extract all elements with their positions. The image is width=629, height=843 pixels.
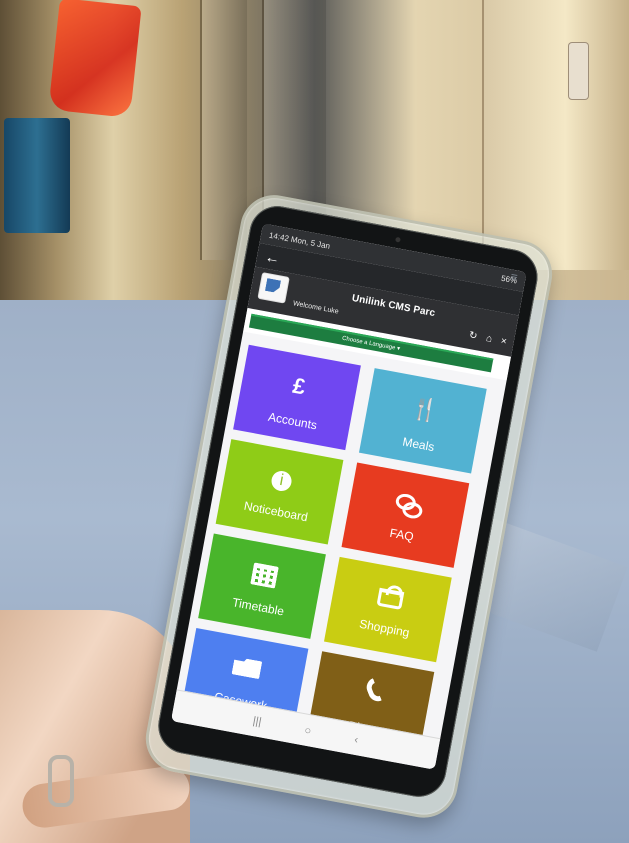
noticeboard-tile[interactable]: i Noticeboard <box>215 439 344 545</box>
logo-mark <box>265 278 281 293</box>
status-date: Mon, 5 Jan <box>290 234 331 251</box>
back-arrow-icon[interactable]: ← <box>264 248 282 267</box>
recent-apps-icon[interactable]: ||| <box>252 714 263 727</box>
tablet-wrap: 14:42 Mon, 5 Jan 56% ← Unilink CMS Parc … <box>0 0 629 843</box>
photo-scene: 14:42 Mon, 5 Jan 56% ← Unilink CMS Parc … <box>0 0 629 843</box>
faq-tile[interactable]: FAQ <box>341 462 470 568</box>
tile-label: Meals <box>401 434 436 455</box>
front-camera <box>395 236 401 243</box>
cutlery-icon: 🍴 <box>409 394 441 425</box>
refresh-icon[interactable]: ↻ <box>468 330 478 342</box>
basket-icon <box>375 587 404 610</box>
pound-icon: £ <box>290 372 308 400</box>
language-label: Choose a Language <box>341 335 396 352</box>
accounts-tile[interactable]: £ Accounts <box>233 344 361 451</box>
tile-label: Timetable <box>231 595 286 619</box>
close-icon[interactable]: × <box>500 336 508 348</box>
unilink-logo <box>257 272 290 304</box>
tile-label: Shopping <box>358 616 411 640</box>
tile-label: Accounts <box>267 409 319 433</box>
phone-icon <box>361 677 384 708</box>
tile-label: FAQ <box>388 525 415 544</box>
home-circle-icon[interactable]: ○ <box>304 724 313 737</box>
chevron-down-icon: ▾ <box>396 345 401 353</box>
shopping-tile[interactable]: Shopping <box>323 556 452 663</box>
app-tiles: £ Accounts 🍴 Meals i Noticeboard FAQ Tim… <box>173 332 507 760</box>
back-nav-icon[interactable]: ‹ <box>353 733 359 745</box>
folder-icon <box>231 656 262 679</box>
timetable-tile[interactable]: Timetable <box>198 533 326 639</box>
chat-icon <box>392 492 422 517</box>
home-icon[interactable]: ⌂ <box>485 333 493 345</box>
status-time: 14:42 <box>268 230 290 243</box>
tablet-device: 14:42 Mon, 5 Jan 56% ← Unilink CMS Parc … <box>153 201 543 802</box>
info-icon: i <box>269 469 294 493</box>
welcome-message: Welcome Luke <box>292 300 340 316</box>
toolbar-icons: ↻ ⌂ × <box>468 330 508 348</box>
app-title: Unilink CMS Parc <box>350 292 436 320</box>
tile-label: Noticeboard <box>242 498 309 525</box>
meals-tile[interactable]: 🍴 Meals <box>358 368 487 474</box>
calendar-icon <box>249 562 279 589</box>
